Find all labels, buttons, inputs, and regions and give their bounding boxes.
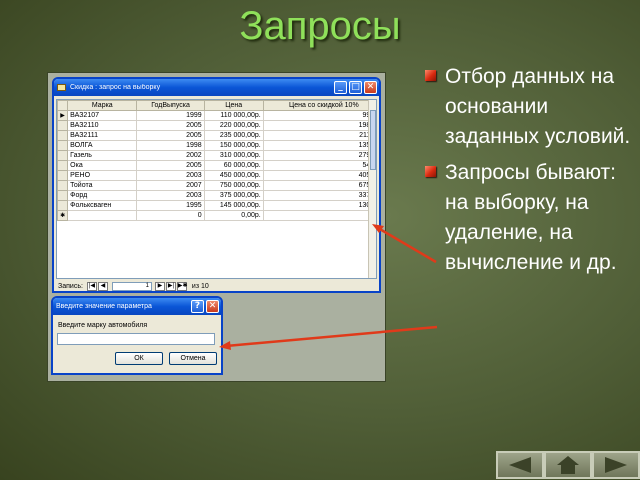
prev-slide-button[interactable] bbox=[496, 451, 544, 479]
arrow-right-icon bbox=[605, 457, 627, 473]
arrow-to-dialog-head bbox=[219, 341, 231, 350]
arrow-to-table bbox=[377, 226, 437, 264]
home-icon bbox=[557, 456, 579, 474]
home-slide-button[interactable] bbox=[544, 451, 592, 479]
arrow-to-dialog bbox=[225, 325, 438, 348]
slide-nav-panel bbox=[496, 451, 640, 479]
connector-arrows bbox=[219, 224, 438, 350]
arrow-left-icon bbox=[509, 457, 531, 473]
next-slide-button[interactable] bbox=[592, 451, 640, 479]
